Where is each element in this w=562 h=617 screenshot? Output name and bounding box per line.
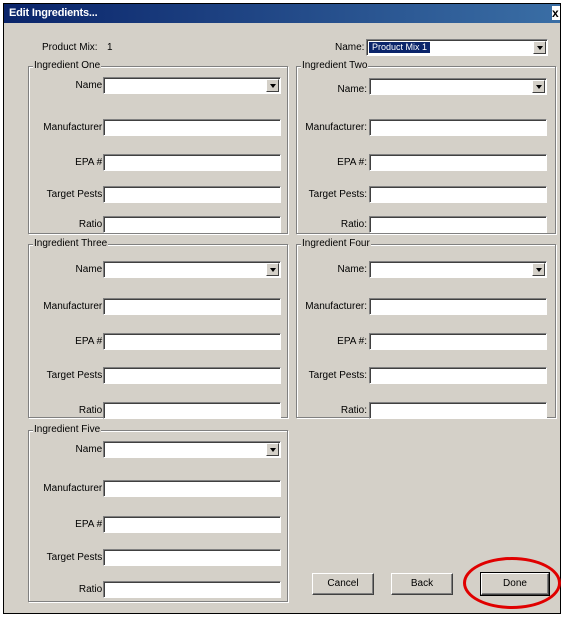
epa-label: EPA #: [337, 157, 367, 168]
ingredient-three-name-select[interactable] [103, 261, 281, 278]
ingredient-four-target-pests-field[interactable] [369, 367, 547, 384]
chevron-down-icon[interactable] [266, 443, 279, 456]
done-button[interactable]: Done [480, 572, 550, 596]
chevron-down-icon[interactable] [532, 263, 545, 276]
ingredient-one-group: Ingredient One Name: Manufacturer: EPA #… [28, 60, 288, 234]
manufacturer-label: Manufacturer: [43, 122, 105, 133]
epa-label: EPA #: [75, 157, 105, 168]
chevron-down-icon[interactable] [266, 263, 279, 276]
epa-label: EPA #: [75, 519, 105, 530]
cancel-button[interactable]: Cancel [312, 573, 374, 595]
ingredient-one-ratio-field[interactable] [103, 216, 281, 233]
ratio-label: Ratio: [340, 219, 367, 230]
epa-label: EPA #: [337, 336, 367, 347]
epa-label: EPA #: [75, 336, 105, 347]
chevron-down-icon[interactable] [266, 79, 279, 92]
ingredient-five-title: Ingredient Five [33, 424, 102, 435]
ingredient-five-target-pests-field[interactable] [103, 549, 281, 566]
ingredient-two-ratio-field[interactable] [369, 216, 547, 233]
ingredient-three-manufacturer-field[interactable] [103, 298, 281, 315]
ratio-label: Ratio: [340, 405, 367, 416]
target-pests-label: Target Pests: [46, 189, 105, 200]
ingredient-five-manufacturer-field[interactable] [103, 480, 281, 497]
title-bar[interactable]: Edit Ingredients... x [4, 4, 560, 23]
edit-ingredients-dialog: Edit Ingredients... x Product Mix: 1 Nam… [3, 3, 561, 614]
ingredient-five-ratio-field[interactable] [103, 581, 281, 598]
manufacturer-label: Manufacturer: [305, 122, 367, 133]
target-pests-label: Target Pests: [308, 370, 367, 381]
ratio-label: Ratio: [78, 405, 105, 416]
ratio-label: Ratio: [78, 584, 105, 595]
ingredient-three-title: Ingredient Three [33, 238, 109, 249]
close-icon[interactable]: x [552, 6, 560, 20]
name-label: Name: [337, 84, 367, 95]
ingredient-two-title: Ingredient Two [301, 60, 369, 71]
ingredient-four-title: Ingredient Four [301, 238, 371, 249]
ingredient-three-group: Ingredient Three Name: Manufacturer: EPA… [28, 238, 288, 419]
manufacturer-label: Manufacturer: [305, 301, 367, 312]
target-pests-label: Target Pests: [46, 370, 105, 381]
ingredient-five-name-select[interactable] [103, 441, 281, 458]
ingredient-two-group: Ingredient Two Name: Manufacturer: EPA #… [296, 60, 556, 234]
ingredient-one-target-pests-field[interactable] [103, 186, 281, 203]
target-pests-label: Target Pests: [308, 189, 367, 200]
chevron-down-icon[interactable] [533, 41, 546, 54]
target-pests-label: Target Pests: [46, 552, 105, 563]
ingredient-four-name-select[interactable] [369, 261, 547, 278]
ingredient-three-epa-field[interactable] [103, 333, 281, 350]
ingredient-four-ratio-field[interactable] [369, 402, 547, 419]
name-label: Name: [75, 444, 105, 455]
ingredient-two-name-select[interactable] [369, 78, 547, 95]
ingredient-four-epa-field[interactable] [369, 333, 547, 350]
name-label: Name: [75, 80, 105, 91]
ingredient-two-epa-field[interactable] [369, 154, 547, 171]
product-name-value: Product Mix 1 [369, 42, 431, 53]
window-title: Edit Ingredients... [9, 7, 98, 19]
ingredient-one-title: Ingredient One [33, 60, 102, 71]
ingredient-two-target-pests-field[interactable] [369, 186, 547, 203]
product-mix-label: Product Mix: [42, 42, 98, 53]
ingredient-five-epa-field[interactable] [103, 516, 281, 533]
chevron-down-icon[interactable] [532, 80, 545, 93]
name-label: Name: [75, 264, 105, 275]
ingredient-one-name-select[interactable] [103, 77, 281, 94]
ingredient-four-group: Ingredient Four Name: Manufacturer: EPA … [296, 238, 556, 419]
product-mix-value: 1 [107, 42, 113, 53]
name-label: Name: [337, 264, 367, 275]
manufacturer-label: Manufacturer: [43, 483, 105, 494]
ingredient-two-manufacturer-field[interactable] [369, 119, 547, 136]
product-name-select[interactable]: Product Mix 1 [366, 39, 548, 56]
ingredient-five-group: Ingredient Five Name: Manufacturer: EPA … [28, 424, 288, 602]
manufacturer-label: Manufacturer: [43, 301, 105, 312]
ingredient-one-epa-field[interactable] [103, 154, 281, 171]
ingredient-three-target-pests-field[interactable] [103, 367, 281, 384]
ingredient-three-ratio-field[interactable] [103, 402, 281, 419]
ingredient-one-manufacturer-field[interactable] [103, 119, 281, 136]
product-name-label: Name: [335, 42, 365, 53]
ingredient-four-manufacturer-field[interactable] [369, 298, 547, 315]
ratio-label: Ratio: [78, 219, 105, 230]
back-button[interactable]: Back [391, 573, 453, 595]
